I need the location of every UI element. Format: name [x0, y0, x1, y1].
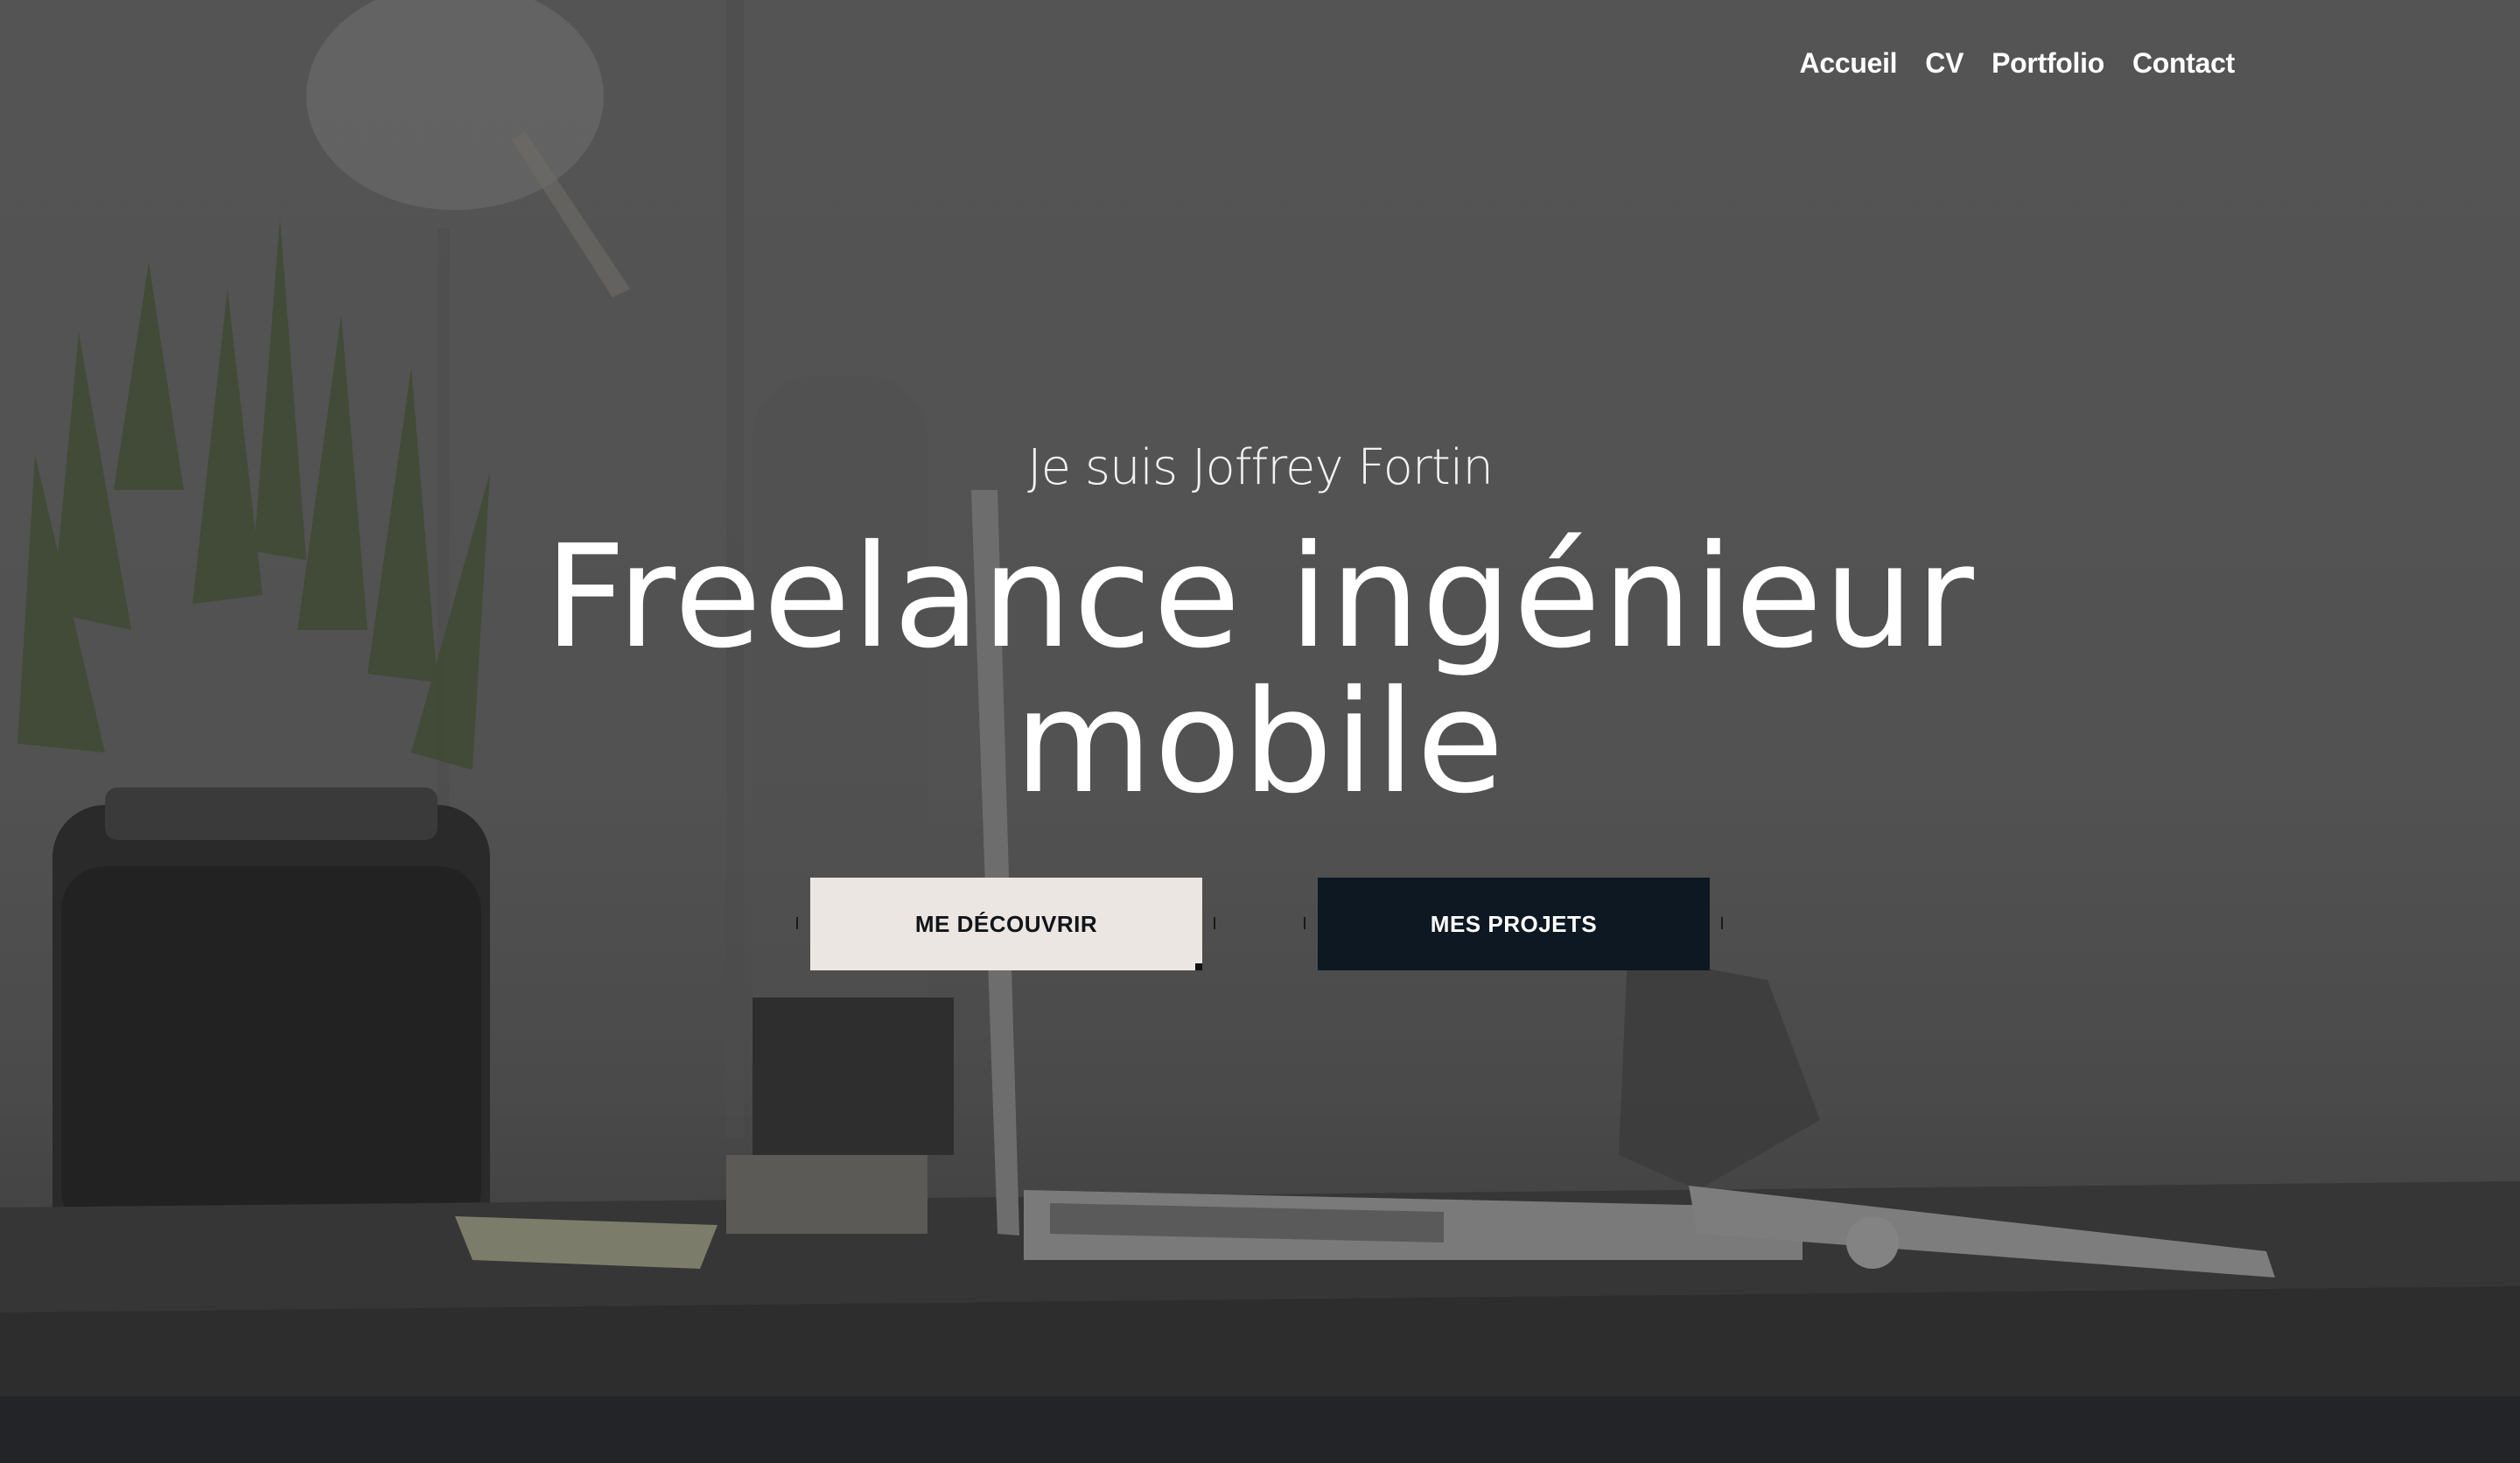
- main-nav: Accueil CV Portfolio Contact: [1800, 47, 2236, 80]
- my-projects-button-label: MES PROJETS: [1430, 910, 1598, 937]
- discover-me-button-label: ME DÉCOUVRIR: [914, 910, 1098, 937]
- button-bracket-right: [1214, 917, 1215, 929]
- my-projects-button[interactable]: MES PROJETS: [1318, 878, 1710, 970]
- nav-link-portfolio[interactable]: Portfolio: [1992, 47, 2104, 80]
- hero-intro: Je suis Joffrey Fortin: [1027, 439, 1494, 496]
- nav-link-accueil[interactable]: Accueil: [1800, 47, 1898, 80]
- nav-link-contact[interactable]: Contact: [2132, 47, 2235, 80]
- button-bracket-left: [1304, 917, 1306, 929]
- button-bracket-left: [796, 917, 798, 929]
- hero-section: Accueil CV Portfolio Contact Je suis Jof…: [0, 0, 2520, 1396]
- discover-me-button[interactable]: ME DÉCOUVRIR: [810, 878, 1202, 970]
- nav-link-cv[interactable]: CV: [1925, 47, 1964, 80]
- button-bracket-right: [1721, 917, 1723, 929]
- page-bottom-strip: [0, 1396, 2520, 1463]
- hero-headline: Freelance ingénieur mobile: [544, 515, 1976, 825]
- button-corner-accent: [1195, 963, 1202, 970]
